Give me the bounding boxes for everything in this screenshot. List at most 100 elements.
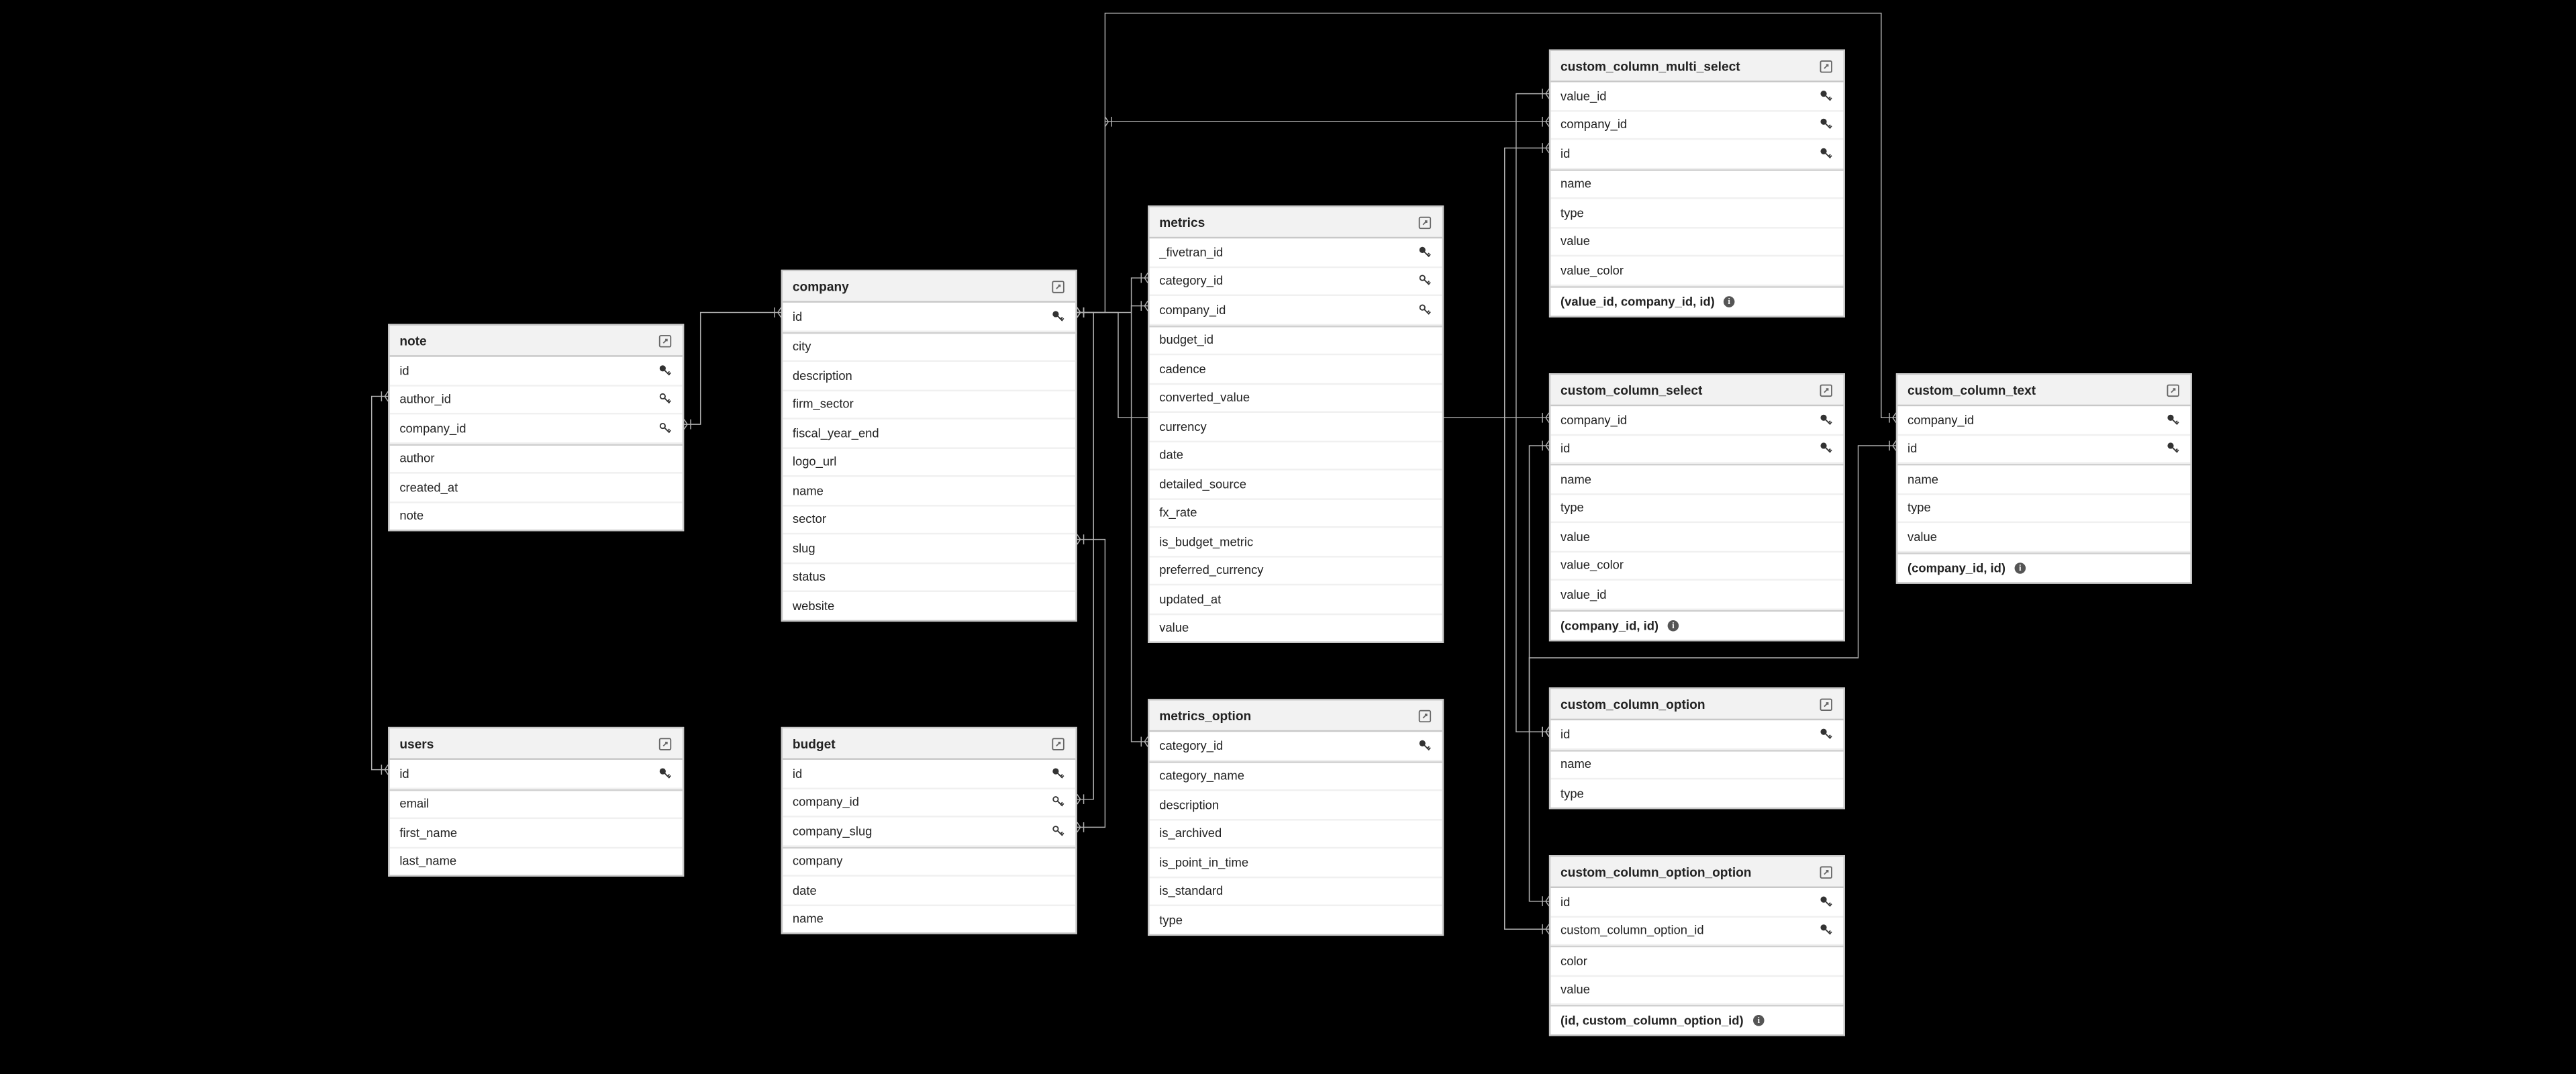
expand-icon[interactable]: [1049, 736, 1066, 750]
entity-header[interactable]: custom_column_option_option: [1550, 857, 1843, 888]
field-row[interactable]: id: [390, 357, 683, 386]
entity-budget[interactable]: budget id company_id company_slug compan…: [781, 727, 1077, 934]
field-row[interactable]: created_at: [390, 474, 683, 503]
entity-users[interactable]: users id email first_name last_name: [388, 727, 684, 877]
field-row[interactable]: id: [1897, 435, 2190, 464]
field-row[interactable]: name: [1550, 168, 1843, 199]
field-row[interactable]: value: [1550, 523, 1843, 552]
entity-header[interactable]: custom_column_select: [1550, 375, 1843, 407]
field-row[interactable]: first_name: [390, 819, 683, 848]
field-row[interactable]: converted_value: [1150, 384, 1442, 413]
field-row[interactable]: value_id: [1550, 83, 1843, 111]
field-row[interactable]: last_name: [390, 848, 683, 875]
field-row[interactable]: name: [783, 906, 1075, 932]
field-row[interactable]: date: [783, 877, 1075, 906]
field-row[interactable]: id: [783, 760, 1075, 789]
field-row[interactable]: name: [1550, 749, 1843, 779]
entity-header[interactable]: budget: [783, 728, 1075, 760]
field-row[interactable]: preferred_currency: [1150, 556, 1442, 585]
expand-icon[interactable]: [1416, 215, 1432, 230]
field-row[interactable]: type: [1550, 199, 1843, 228]
entity-header[interactable]: custom_column_option: [1550, 689, 1843, 721]
entity-cc_text[interactable]: custom_column_text company_id id name ty…: [1896, 373, 2192, 583]
field-row[interactable]: type: [1550, 494, 1843, 523]
field-row[interactable]: type: [1150, 906, 1442, 933]
field-row[interactable]: type: [1550, 779, 1843, 806]
field-row[interactable]: id: [783, 303, 1075, 332]
expand-icon[interactable]: [1416, 708, 1432, 723]
entity-cc_option_option[interactable]: custom_column_option_option id custom_co…: [1549, 855, 1845, 1036]
field-row[interactable]: value: [1897, 523, 2190, 552]
expand-icon[interactable]: [656, 736, 673, 750]
field-row[interactable]: company_slug: [783, 818, 1075, 846]
entity-header[interactable]: users: [390, 728, 683, 760]
field-row[interactable]: color: [1550, 946, 1843, 976]
entity-header[interactable]: metrics: [1150, 207, 1442, 239]
field-row[interactable]: budget_id: [1150, 325, 1442, 355]
field-row[interactable]: sector: [783, 505, 1075, 534]
field-row[interactable]: firm_sector: [783, 391, 1075, 420]
entity-header[interactable]: metrics_option: [1150, 701, 1442, 732]
field-row[interactable]: description: [783, 362, 1075, 391]
field-row[interactable]: website: [783, 592, 1075, 619]
field-row[interactable]: company_id: [1550, 111, 1843, 140]
expand-icon[interactable]: [1817, 383, 1834, 397]
field-row[interactable]: company_id: [1550, 406, 1843, 435]
field-row[interactable]: author: [390, 443, 683, 473]
field-row[interactable]: description: [1150, 791, 1442, 820]
field-row[interactable]: id: [1550, 140, 1843, 168]
field-row[interactable]: status: [783, 563, 1075, 592]
field-row[interactable]: value_id: [1550, 581, 1843, 609]
field-row[interactable]: updated_at: [1150, 585, 1442, 614]
field-row[interactable]: company_id: [1150, 296, 1442, 325]
field-row[interactable]: id: [1550, 888, 1843, 917]
entity-header[interactable]: note: [390, 326, 683, 357]
field-row[interactable]: category_name: [1150, 761, 1442, 791]
field-row[interactable]: company_id: [1897, 406, 2190, 435]
field-row[interactable]: is_point_in_time: [1150, 848, 1442, 877]
field-row[interactable]: id: [1550, 435, 1843, 464]
field-row[interactable]: currency: [1150, 413, 1442, 442]
field-row[interactable]: fiscal_year_end: [783, 420, 1075, 448]
entity-header[interactable]: custom_column_text: [1897, 375, 2190, 407]
field-row[interactable]: logo_url: [783, 448, 1075, 477]
entity-cc_option[interactable]: custom_column_option id name type: [1549, 687, 1845, 808]
field-row[interactable]: value_color: [1550, 256, 1843, 285]
entity-company[interactable]: company id city description firm_sector …: [781, 270, 1077, 621]
entity-cc_select[interactable]: custom_column_select company_id id name …: [1549, 373, 1845, 640]
field-row[interactable]: category_id: [1150, 267, 1442, 296]
entity-metrics_option[interactable]: metrics_option category_id category_name…: [1148, 699, 1444, 935]
field-row[interactable]: fx_rate: [1150, 499, 1442, 528]
expand-icon[interactable]: [1817, 864, 1834, 879]
field-row[interactable]: author_id: [390, 386, 683, 415]
field-row[interactable]: name: [783, 477, 1075, 506]
entity-header[interactable]: company: [783, 271, 1075, 303]
field-row[interactable]: cadence: [1150, 355, 1442, 384]
field-row[interactable]: name: [1897, 464, 2190, 494]
field-row[interactable]: value: [1550, 976, 1843, 1005]
field-row[interactable]: category_id: [1150, 732, 1442, 761]
field-row[interactable]: id: [1550, 720, 1843, 749]
field-row[interactable]: is_standard: [1150, 877, 1442, 906]
field-row[interactable]: note: [390, 502, 683, 529]
expand-icon[interactable]: [656, 333, 673, 348]
expand-icon[interactable]: [1817, 58, 1834, 73]
field-row[interactable]: city: [783, 332, 1075, 362]
field-row[interactable]: company_id: [390, 414, 683, 443]
entity-header[interactable]: custom_column_multi_select: [1550, 51, 1843, 83]
expand-icon[interactable]: [1049, 279, 1066, 293]
field-row[interactable]: value_color: [1550, 552, 1843, 581]
field-row[interactable]: value: [1550, 228, 1843, 256]
entity-metrics[interactable]: metrics _fivetran_id category_id company…: [1148, 205, 1444, 643]
field-row[interactable]: detailed_source: [1150, 471, 1442, 499]
entity-note[interactable]: note id author_id company_id author crea…: [388, 324, 684, 532]
field-row[interactable]: type: [1897, 494, 2190, 523]
field-row[interactable]: custom_column_option_id: [1550, 917, 1843, 946]
field-row[interactable]: id: [390, 760, 683, 789]
field-row[interactable]: is_budget_metric: [1150, 528, 1442, 556]
expand-icon[interactable]: [1817, 697, 1834, 712]
field-row[interactable]: date: [1150, 442, 1442, 471]
entity-cc_multi_select[interactable]: custom_column_multi_select value_id comp…: [1549, 50, 1845, 317]
field-row[interactable]: company_id: [783, 789, 1075, 818]
expand-icon[interactable]: [2164, 383, 2181, 397]
